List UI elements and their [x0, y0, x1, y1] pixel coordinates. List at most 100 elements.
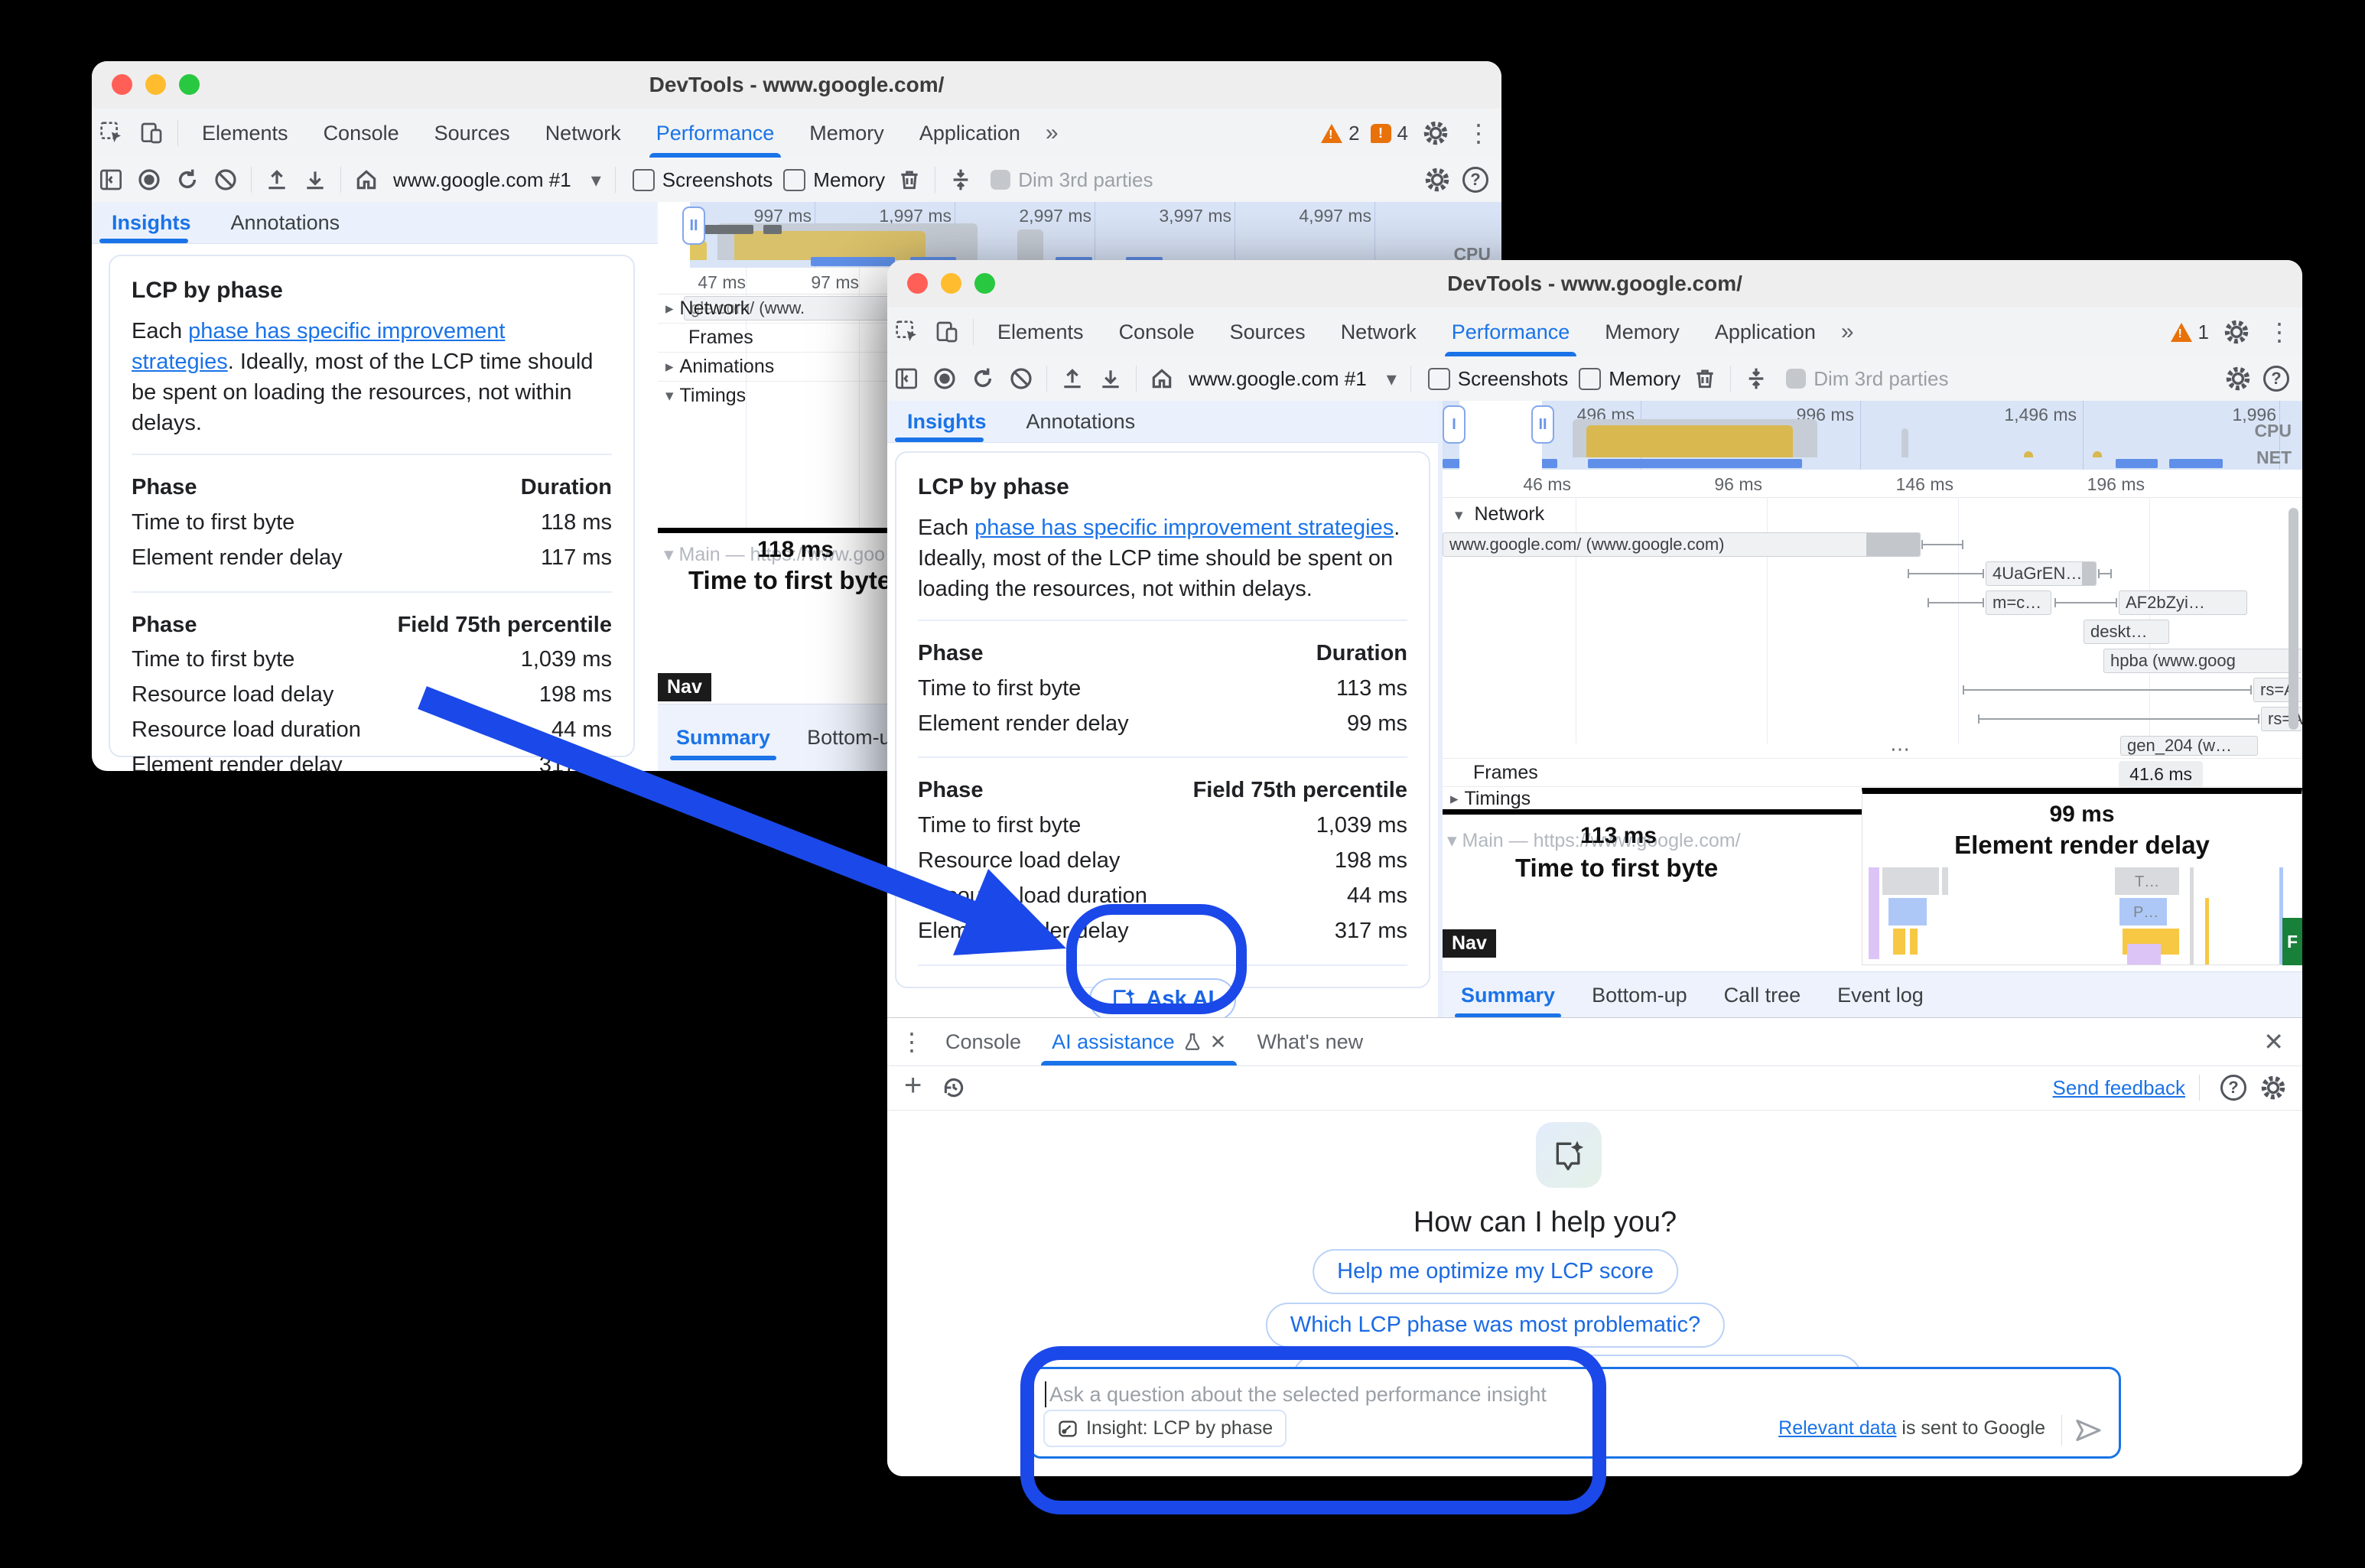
timeline-overview[interactable]: 496 ms 996 ms 1,496 ms 1,996 CPU NET: [1443, 401, 2302, 470]
insight-context-chip[interactable]: Insight: LCP by phase: [1043, 1410, 1287, 1447]
inspect-icon[interactable]: [96, 118, 127, 148]
capture-settings-gear-icon[interactable]: [2223, 363, 2253, 394]
tab-insights[interactable]: Insights: [887, 401, 1007, 442]
network-request[interactable]: gen_204 (w…: [2120, 736, 2258, 756]
network-track-label[interactable]: ▾ Network: [1447, 503, 1544, 525]
tab-call-tree[interactable]: Call tree: [1706, 972, 1820, 1017]
help-icon[interactable]: ?: [2218, 1072, 2249, 1103]
tab-annotations[interactable]: Annotations: [1007, 401, 1156, 442]
caret-down-icon[interactable]: ▾: [1455, 506, 1463, 524]
caret-right-icon[interactable]: ▸: [1450, 789, 1459, 808]
screenshots-checkbox[interactable]: [633, 169, 655, 191]
download-profile-icon[interactable]: [1095, 363, 1126, 394]
collapse-tracks-icon[interactable]: [1741, 363, 1771, 394]
timeline-overview[interactable]: 997 ms 1,997 ms 2,997 ms 3,997 ms 4,997 …: [658, 202, 1501, 268]
network-request[interactable]: www.google.com/ (www.google.com): [1443, 532, 1921, 557]
tab-insights[interactable]: Insights: [92, 202, 211, 243]
collect-garbage-icon[interactable]: [894, 164, 925, 195]
network-request[interactable]: hpba (www.goog: [2103, 649, 2302, 673]
tab-application[interactable]: Application: [1697, 307, 1833, 356]
tab-event-log[interactable]: Event log: [1819, 972, 1942, 1017]
titlebar[interactable]: DevTools - www.google.com/: [92, 61, 1501, 109]
help-icon[interactable]: ?: [2261, 363, 2292, 394]
selection-handle[interactable]: II: [682, 207, 705, 245]
drawer-tab-ai-assistance[interactable]: AI assistance ✕: [1036, 1018, 1241, 1065]
network-request[interactable]: deskt…: [2084, 620, 2169, 644]
help-icon[interactable]: ?: [1460, 164, 1491, 195]
warning-count[interactable]: 1: [2198, 320, 2209, 344]
record-icon[interactable]: [134, 164, 164, 195]
dim-3rd-parties-toggle[interactable]: [991, 170, 1010, 190]
home-icon[interactable]: [351, 164, 382, 195]
memory-checkbox[interactable]: [783, 169, 805, 191]
tab-performance[interactable]: Performance: [1434, 307, 1588, 356]
reload-record-icon[interactable]: [968, 363, 998, 394]
tab-elements[interactable]: Elements: [184, 109, 306, 158]
overflow-menu-icon[interactable]: ⋮: [2256, 317, 2302, 346]
improvement-strategies-link[interactable]: phase has specific improvement strategie…: [974, 516, 1394, 540]
clear-icon[interactable]: [210, 164, 241, 195]
device-toolbar-icon[interactable]: [932, 317, 962, 347]
more-tabs-icon[interactable]: »: [1833, 319, 1862, 345]
close-tab-icon[interactable]: ✕: [1210, 1030, 1227, 1054]
lcp-by-phase-card[interactable]: LCP by phase Each phase has specific imp…: [895, 451, 1430, 988]
network-request[interactable]: AF2bZyi…: [2119, 590, 2247, 615]
capture-settings-gear-icon[interactable]: [1422, 164, 1453, 195]
new-chat-icon[interactable]: +: [887, 1069, 934, 1108]
overflow-menu-icon[interactable]: ⋮: [1456, 119, 1501, 148]
tab-network[interactable]: Network: [528, 109, 639, 158]
collapse-tracks-icon[interactable]: [945, 164, 976, 195]
tab-network[interactable]: Network: [1323, 307, 1434, 356]
ai-prompt-input[interactable]: Ask a question about the selected perfor…: [1029, 1367, 2121, 1459]
warning-icon[interactable]: !: [1321, 124, 1342, 143]
screenshots-checkbox[interactable]: [1428, 368, 1450, 390]
relevant-data-link[interactable]: Relevant data: [1778, 1417, 1896, 1439]
warning-count[interactable]: 2: [1348, 122, 1359, 145]
warning-icon[interactable]: !: [2171, 323, 2192, 342]
tab-annotations[interactable]: Annotations: [211, 202, 360, 243]
more-tabs-icon[interactable]: »: [1038, 120, 1066, 146]
device-toolbar-icon[interactable]: [136, 118, 167, 148]
issues-icon[interactable]: !: [1371, 124, 1391, 143]
download-profile-icon[interactable]: [300, 164, 330, 195]
network-request[interactable]: 4UaGrEN…: [1986, 561, 2097, 586]
tab-application[interactable]: Application: [902, 109, 1038, 158]
tab-performance[interactable]: Performance: [639, 109, 792, 158]
settings-gear-icon[interactable]: [2258, 1072, 2289, 1103]
record-icon[interactable]: [929, 363, 960, 394]
profile-select[interactable]: www.google.com #1 ▾: [1189, 367, 1397, 391]
caret-right-icon[interactable]: ▸: [665, 357, 674, 376]
upload-profile-icon[interactable]: [1057, 363, 1088, 394]
tab-memory[interactable]: Memory: [1587, 307, 1697, 356]
tab-bottom-up[interactable]: Bottom-up: [1573, 972, 1706, 1017]
history-icon[interactable]: [939, 1072, 969, 1103]
inspect-icon[interactable]: [892, 317, 922, 347]
close-drawer-icon[interactable]: ✕: [2245, 1027, 2302, 1056]
tab-elements[interactable]: Elements: [980, 307, 1101, 356]
overview-selection[interactable]: [1459, 401, 1542, 470]
toggle-sidebar-icon[interactable]: [891, 363, 922, 394]
tab-sources[interactable]: Sources: [417, 109, 528, 158]
tab-summary[interactable]: Summary: [658, 716, 789, 760]
settings-gear-icon[interactable]: [1420, 118, 1451, 148]
settings-gear-icon[interactable]: [2221, 317, 2252, 347]
issues-count[interactable]: 4: [1397, 122, 1408, 145]
drawer-menu-icon[interactable]: ⋮: [887, 1027, 930, 1056]
tab-console[interactable]: Console: [1101, 307, 1212, 356]
send-feedback-link[interactable]: Send feedback: [2053, 1076, 2185, 1100]
tab-console[interactable]: Console: [306, 109, 417, 158]
collect-garbage-icon[interactable]: [1690, 363, 1720, 394]
dim-3rd-parties-toggle[interactable]: [1786, 369, 1806, 389]
home-icon[interactable]: [1147, 363, 1177, 394]
vertical-scrollbar[interactable]: [2289, 508, 2298, 730]
reload-record-icon[interactable]: [172, 164, 203, 195]
tab-summary[interactable]: Summary: [1443, 972, 1573, 1017]
selection-handle[interactable]: I: [1443, 405, 1466, 444]
drawer-tab-console[interactable]: Console: [930, 1018, 1036, 1065]
caret-down-icon[interactable]: ▾: [665, 386, 674, 405]
toggle-sidebar-icon[interactable]: [96, 164, 126, 195]
suggestion-chip[interactable]: Which LCP phase was most problematic?: [1266, 1303, 1725, 1348]
titlebar[interactable]: DevTools - www.google.com/: [887, 260, 2302, 308]
tab-memory[interactable]: Memory: [792, 109, 902, 158]
selection-handle[interactable]: II: [1531, 405, 1554, 444]
